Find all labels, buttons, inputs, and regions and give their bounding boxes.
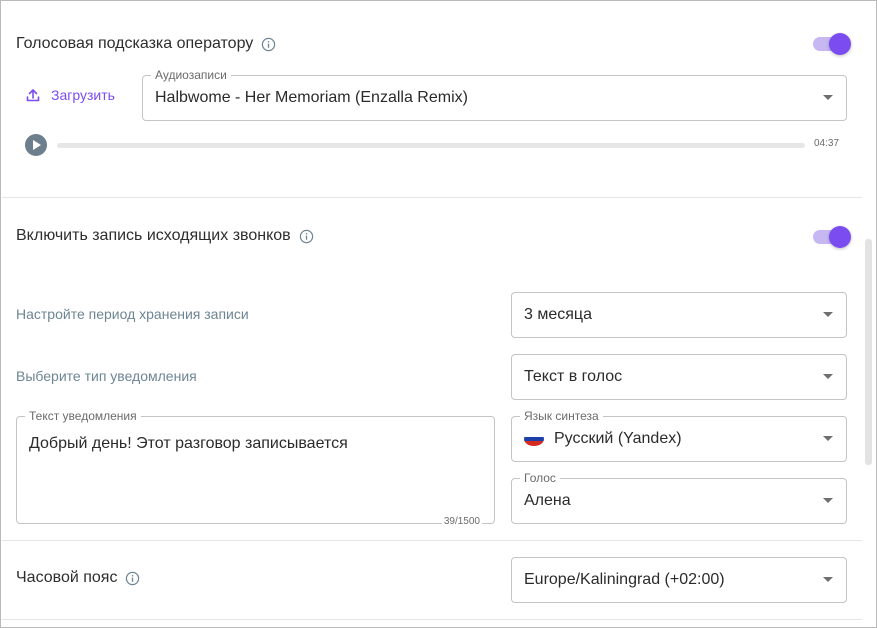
storage-period-value: 3 месяца — [524, 306, 592, 323]
notify-type-select[interactable]: Текст в голос — [511, 354, 847, 400]
divider — [2, 540, 862, 541]
char-counter: 39/1500 — [441, 516, 482, 527]
info-icon[interactable] — [125, 571, 140, 586]
info-icon[interactable] — [261, 37, 276, 52]
audio-select-value: Halbwome - Her Memoriam (Enzalla Remix) — [155, 89, 468, 106]
synth-language-value-wrap: Русский (Yandex) — [524, 430, 682, 448]
toggle-thumb — [829, 226, 851, 248]
divider — [2, 197, 862, 198]
notify-text-value: Добрый день! Этот разговор записывается — [29, 435, 348, 452]
voice-value: Алена — [524, 492, 571, 509]
synth-language-value: Русский (Yandex) — [554, 430, 682, 447]
timezone-heading: Часовой пояс — [16, 569, 140, 587]
info-icon[interactable] — [299, 229, 314, 244]
upload-button[interactable]: Загрузить — [25, 87, 115, 103]
timezone-select[interactable]: Europe/Kaliningrad (+02:00) — [511, 557, 847, 603]
record-heading: Включить запись исходящих звонков — [16, 227, 314, 245]
storage-period-select[interactable]: 3 месяца — [511, 292, 847, 338]
notify-type-label: Выберите тип уведомления — [16, 368, 197, 384]
upload-label: Загрузить — [51, 87, 115, 103]
vertical-scrollbar[interactable] — [865, 239, 872, 465]
timezone-title: Часовой пояс — [16, 569, 118, 586]
voice-hint-toggle[interactable] — [813, 33, 851, 55]
timezone-value: Europe/Kaliningrad (+02:00) — [524, 571, 725, 588]
voice-hint-title: Голосовая подсказка оператору — [16, 35, 254, 52]
voice-hint-heading: Голосовая подсказка оператору — [16, 35, 276, 53]
toggle-thumb — [829, 33, 851, 55]
chevron-down-icon — [823, 577, 833, 582]
synth-language-legend: Язык синтеза — [520, 409, 603, 423]
audio-player: 04:37 — [25, 134, 845, 156]
chevron-down-icon — [823, 374, 833, 379]
settings-panel: Голосовая подсказка оператору Загрузить … — [0, 0, 877, 628]
chevron-down-icon — [823, 95, 833, 100]
upload-icon — [26, 89, 40, 102]
synth-language-select[interactable]: Язык синтеза Русский (Yandex) — [511, 409, 847, 462]
notify-text-legend: Текст уведомления — [25, 409, 141, 423]
play-button[interactable] — [25, 134, 47, 156]
record-toggle[interactable] — [813, 226, 851, 248]
chevron-down-icon — [823, 436, 833, 441]
chevron-down-icon — [823, 312, 833, 317]
voice-select[interactable]: Голос Алена — [511, 471, 847, 524]
playback-progress-bar[interactable] — [57, 143, 805, 148]
voice-legend: Голос — [520, 471, 560, 485]
russia-flag-icon — [524, 432, 544, 446]
chevron-down-icon — [823, 498, 833, 503]
record-title: Включить запись исходящих звонков — [16, 227, 291, 244]
storage-period-label: Настройте период хранения записи — [16, 306, 249, 322]
notify-text-area[interactable]: Текст уведомления Добрый день! Этот разг… — [16, 409, 495, 527]
audio-select-legend: Аудиозаписи — [151, 68, 231, 82]
audio-select[interactable]: Аудиозаписи Halbwome - Her Memoriam (Enz… — [142, 68, 847, 121]
playback-duration: 04:37 — [814, 138, 840, 149]
divider — [2, 619, 862, 620]
notify-type-value: Текст в голос — [524, 368, 623, 385]
